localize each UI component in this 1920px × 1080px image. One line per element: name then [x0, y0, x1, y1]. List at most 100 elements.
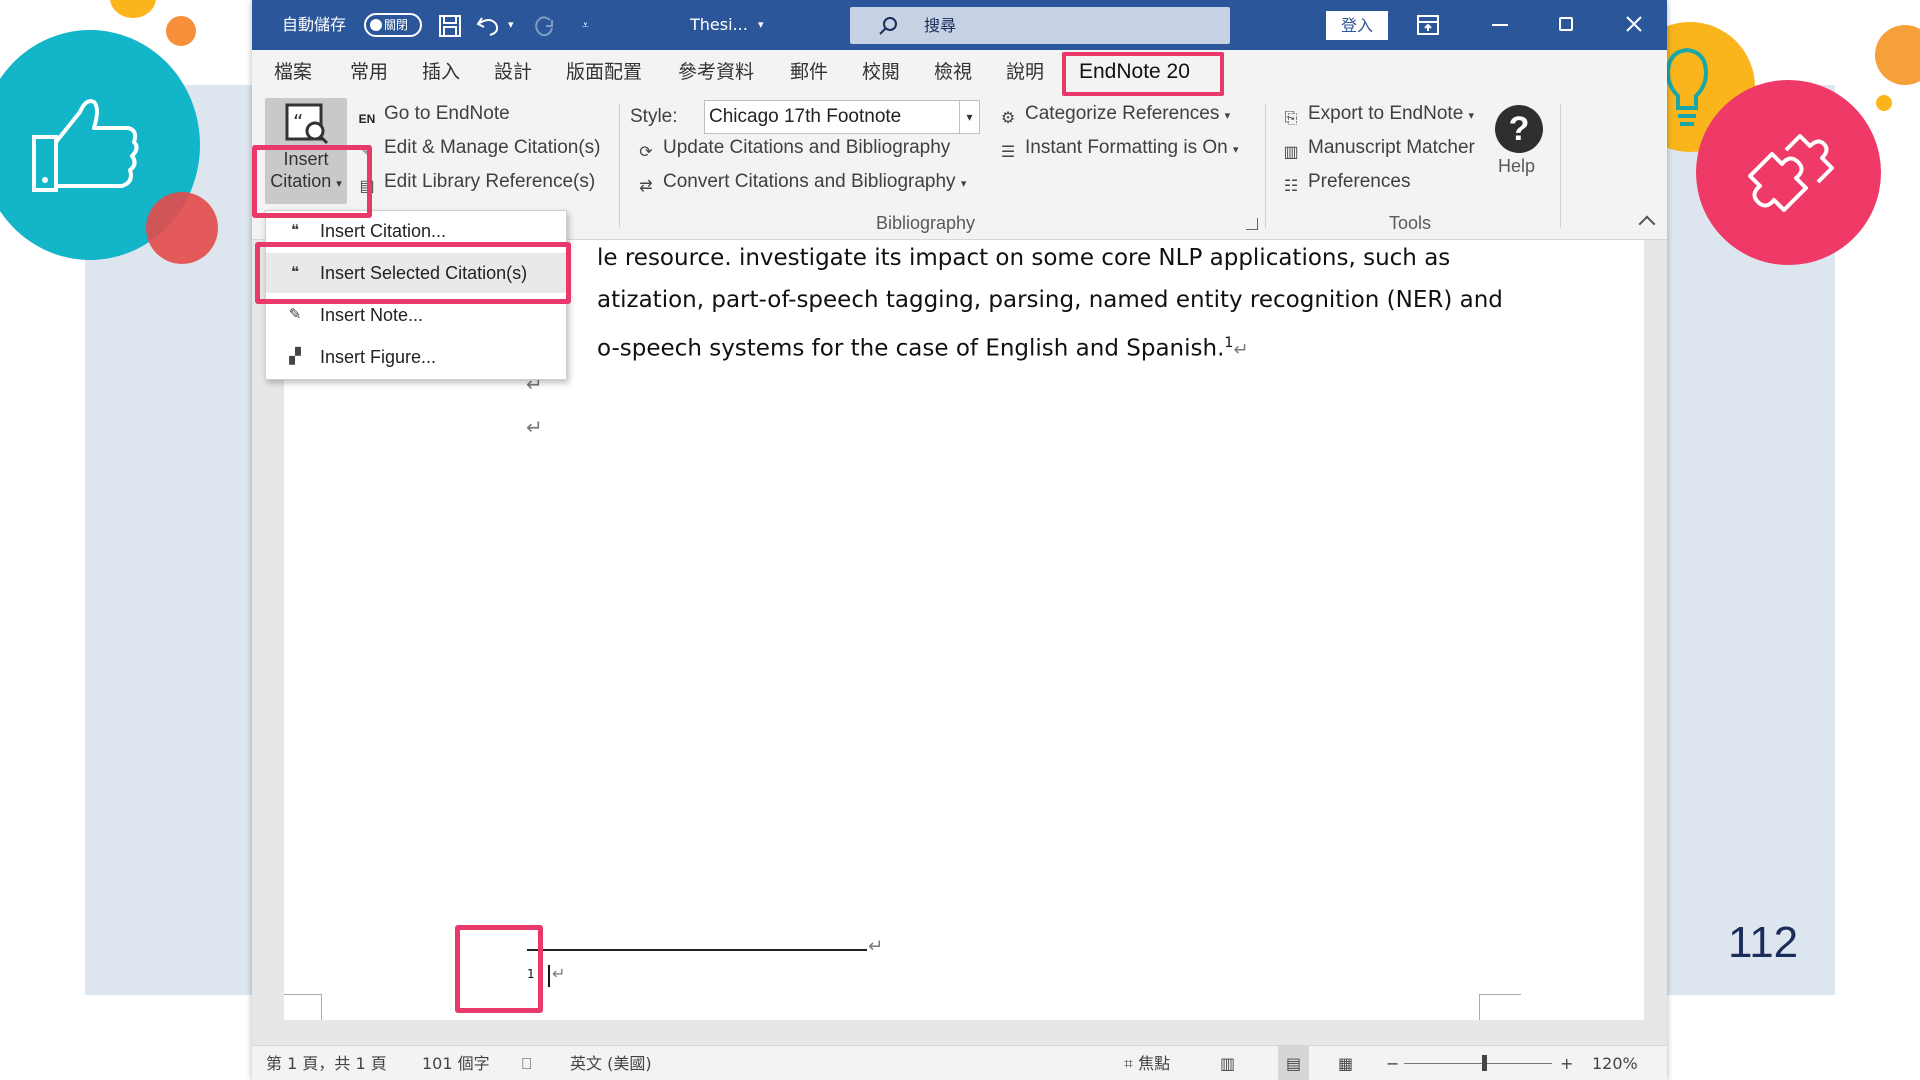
close-icon[interactable]	[1626, 16, 1642, 32]
dialog-launcher-icon[interactable]	[1246, 218, 1258, 230]
deco-orange-dot	[166, 16, 196, 46]
thumbs-up-icon	[32, 99, 139, 192]
deco-red-circle	[146, 192, 218, 264]
word-window: 自動儲存 關閉 ▾ ⩡ Thesi... ▾ 搜尋 登入 檔案 常用 插入 設計…	[252, 0, 1667, 1080]
export-to-endnote-button[interactable]: ⎘ Export to EndNote ▾	[1280, 101, 1474, 127]
word-count[interactable]: 101 個字	[422, 1046, 490, 1080]
tab-references[interactable]: 參考資料	[678, 50, 754, 94]
search-box[interactable]: 搜尋	[850, 7, 1230, 44]
update-icon: ⟳	[639, 144, 653, 161]
update-citations-button[interactable]: ⟳ Update Citations and Bibliography	[635, 135, 950, 161]
page-count[interactable]: 第 1 頁，共 1 頁	[266, 1046, 387, 1080]
highlight-endnote-tab	[1062, 52, 1224, 96]
deco-orange-circle	[1875, 25, 1920, 85]
text-cursor	[548, 965, 550, 987]
tab-help[interactable]: 說明	[1006, 50, 1044, 94]
undo-icon[interactable]	[476, 14, 502, 38]
instant-formatting-icon: ☰	[1000, 144, 1016, 161]
highlight-insert-citation	[252, 145, 372, 218]
endnote-logo-icon: EN	[358, 112, 376, 126]
slide-number: 112	[1728, 918, 1799, 967]
zoom-slider-thumb[interactable]	[1482, 1055, 1487, 1071]
zoom-slider[interactable]	[1404, 1063, 1552, 1064]
save-icon[interactable]	[438, 14, 462, 38]
footnote-reference[interactable]: 1	[1224, 335, 1233, 351]
edit-manage-citations-button[interactable]: ✎ Edit & Manage Citation(s)	[356, 135, 601, 161]
tab-mailings[interactable]: 郵件	[790, 50, 828, 94]
chevron-down-icon: ▾	[959, 101, 979, 133]
categorize-label: Categorize References	[1025, 103, 1220, 124]
customize-toolbar-icon[interactable]: ⩡	[582, 0, 589, 50]
export-label: Export to EndNote	[1308, 103, 1464, 124]
document-line-3: o-speech systems for the case of English…	[597, 327, 1248, 362]
zoom-in-button[interactable]: +	[1560, 1046, 1573, 1080]
highlight-footnote	[455, 925, 543, 1013]
style-select[interactable]: Chicago 17th Footnote ▾	[704, 100, 980, 134]
instant-formatting-button[interactable]: ☰ Instant Formatting is On ▾	[997, 135, 1239, 161]
edit-library-reference-button[interactable]: ▤ Edit Library Reference(s)	[356, 169, 595, 195]
insert-citation-icon: “	[285, 103, 329, 145]
document-title[interactable]: Thesi...	[690, 0, 748, 50]
menu-item-insert-figure[interactable]: ▞ Insert Figure...	[266, 337, 566, 377]
puzzle-icon	[1748, 134, 1834, 212]
ribbon-display-icon[interactable]	[1417, 15, 1439, 35]
status-bar: 第 1 頁，共 1 頁 101 個字 ⎕ 英文 (美國) ⌗ 焦點 ▥ ▤ ▦ …	[252, 1045, 1667, 1080]
chevron-down-icon: ▾	[1468, 110, 1475, 122]
zoom-out-button[interactable]: −	[1386, 1046, 1399, 1080]
export-icon: ⎘	[1284, 110, 1298, 127]
categorize-references-button[interactable]: ⚙ Categorize References ▾	[997, 101, 1230, 127]
deco-yellow-dot-right	[1876, 95, 1892, 111]
undo-dropdown-icon[interactable]: ▾	[508, 0, 514, 50]
go-to-endnote-button[interactable]: EN Go to EndNote	[356, 101, 510, 127]
document-line-1: le resource. investigate its impact on s…	[597, 245, 1451, 271]
page-corner-mark	[284, 994, 322, 1020]
preferences-button[interactable]: ☷ Preferences	[1280, 169, 1411, 195]
highlight-insert-selected-citations	[255, 242, 571, 304]
title-bar: 自動儲存 關閉 ▾ ⩡ Thesi... ▾ 搜尋 登入	[252, 0, 1667, 50]
tools-group-label: Tools	[1389, 213, 1432, 233]
zoom-level[interactable]: 120%	[1592, 1046, 1638, 1080]
focus-mode-button[interactable]: ⌗ 焦點	[1124, 1046, 1170, 1080]
convert-label: Convert Citations and Bibliography	[663, 171, 956, 192]
manuscript-matcher-button[interactable]: ▥ Manuscript Matcher	[1280, 135, 1474, 161]
help-label[interactable]: Help	[1498, 154, 1535, 178]
login-button[interactable]: 登入	[1326, 11, 1388, 40]
minimize-icon[interactable]	[1492, 24, 1508, 26]
print-layout-icon[interactable]: ▤	[1278, 1046, 1310, 1080]
search-placeholder: 搜尋	[924, 16, 957, 35]
chevron-down-icon: ▾	[1224, 110, 1231, 122]
title-dropdown-icon[interactable]: ▾	[758, 0, 764, 50]
chevron-down-icon: ▾	[960, 178, 967, 190]
ribbon-separator	[1560, 104, 1561, 228]
tab-review[interactable]: 校閱	[862, 50, 900, 94]
focus-icon: ⌗	[1124, 1054, 1139, 1073]
proofing-icon[interactable]: ⎕	[522, 1046, 532, 1080]
edit-manage-label: Edit & Manage Citation(s)	[384, 137, 601, 158]
redo-icon[interactable]	[532, 14, 556, 38]
go-to-endnote-label: Go to EndNote	[384, 103, 510, 124]
instant-formatting-label: Instant Formatting is On	[1025, 137, 1228, 158]
lightbulb-icon	[1665, 47, 1709, 126]
tab-design[interactable]: 設計	[494, 50, 532, 94]
help-icon[interactable]: ?	[1495, 105, 1543, 153]
update-label: Update Citations and Bibliography	[663, 137, 951, 158]
categorize-icon: ⚙	[1000, 110, 1016, 127]
convert-citations-button[interactable]: ⇄ Convert Citations and Bibliography ▾	[635, 169, 966, 195]
autosave-toggle[interactable]: 關閉	[364, 13, 422, 37]
tab-layout[interactable]: 版面配置	[566, 50, 642, 94]
autosave-label: 自動儲存	[282, 15, 347, 34]
web-layout-icon[interactable]: ▦	[1338, 1046, 1353, 1080]
read-mode-icon[interactable]: ▥	[1220, 1046, 1235, 1080]
maximize-icon[interactable]	[1559, 17, 1573, 31]
collapse-ribbon-icon[interactable]	[1638, 215, 1656, 233]
tab-home[interactable]: 常用	[350, 50, 388, 94]
tab-view[interactable]: 檢視	[934, 50, 972, 94]
language-indicator[interactable]: 英文 (美國)	[570, 1046, 652, 1080]
tab-insert[interactable]: 插入	[422, 50, 460, 94]
convert-icon: ⇄	[639, 178, 653, 195]
search-icon	[879, 17, 897, 35]
menu-item-label: Insert Figure...	[320, 347, 437, 367]
style-label: Style:	[630, 106, 678, 127]
tab-file[interactable]: 檔案	[274, 50, 312, 94]
insert-note-icon: ✎	[288, 306, 302, 323]
